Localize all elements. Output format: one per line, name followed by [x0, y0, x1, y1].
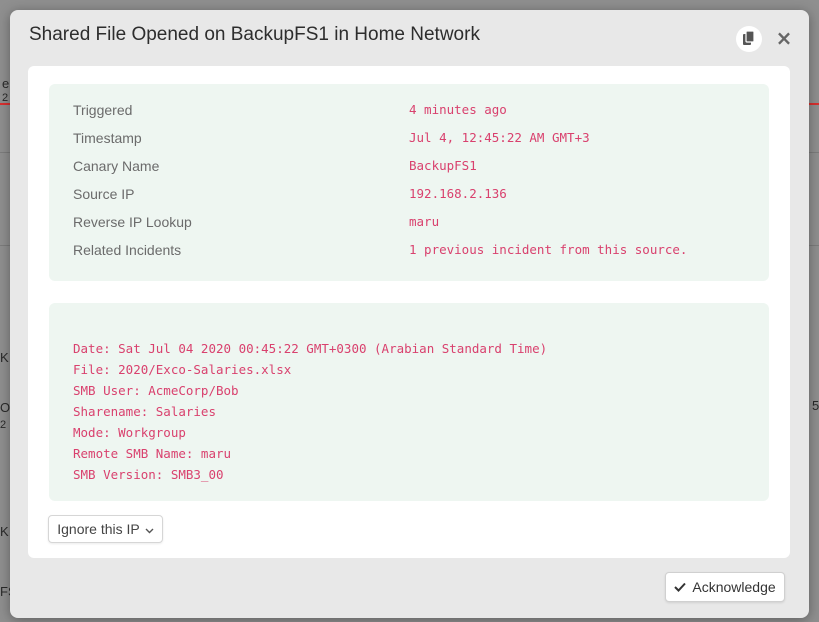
detail-label: Triggered [73, 102, 133, 118]
detail-value: Jul 4, 12:45:22 AM GMT+3 [409, 130, 590, 145]
ignore-ip-label: Ignore this IP [57, 521, 140, 537]
ignore-ip-dropdown[interactable]: Ignore this IP [48, 515, 163, 543]
log-line: SMB User: AcmeCorp/Bob [73, 383, 239, 398]
detail-label: Timestamp [73, 130, 142, 146]
detail-row-timestamp: Timestamp Jul 4, 12:45:22 AM GMT+3 [73, 128, 759, 148]
checkmark-icon [674, 579, 687, 595]
details-panel: Triggered 4 minutes ago Timestamp Jul 4,… [49, 84, 769, 281]
detail-label: Related Incidents [73, 242, 182, 258]
detail-row-triggered: Triggered 4 minutes ago [73, 100, 759, 120]
detail-value: 192.168.2.136 [409, 186, 507, 201]
log-line: Sharename: Salaries [73, 404, 216, 419]
acknowledge-button[interactable]: Acknowledge [665, 572, 785, 602]
modal-title: Shared File Opened on BackupFS1 in Home … [29, 24, 480, 45]
copy-button[interactable] [736, 26, 762, 52]
related-incidents-link[interactable]: 1 previous incident from this source. [409, 240, 687, 260]
close-button[interactable]: × [775, 26, 793, 50]
log-line: Date: Sat Jul 04 2020 00:45:22 GMT+0300 … [73, 341, 548, 356]
background-text-fragment: K [0, 524, 9, 539]
detail-value: BackupFS1 [409, 158, 477, 173]
log-line: Mode: Workgroup [73, 425, 186, 440]
log-panel: Date: Sat Jul 04 2020 00:45:22 GMT+0300 … [49, 303, 769, 501]
copy-icon [743, 29, 755, 48]
close-icon: × [775, 26, 793, 50]
acknowledge-label: Acknowledge [692, 579, 776, 595]
detail-label: Source IP [73, 186, 135, 202]
log-line: Remote SMB Name: maru [73, 446, 232, 461]
background-text-fragment: e [2, 76, 10, 91]
detail-label: Reverse IP Lookup [73, 214, 192, 230]
log-line: File: 2020/Exco-Salaries.xlsx [73, 362, 292, 377]
detail-row-source-ip: Source IP 192.168.2.136 [73, 184, 759, 204]
detail-row-related-incidents: Related Incidents 1 previous incident fr… [73, 240, 759, 260]
detail-value: maru [409, 214, 440, 229]
background-text-fragment: 5 [812, 398, 819, 413]
background-text-fragment: 2 [2, 92, 9, 104]
background-text-fragment: 2 [0, 419, 7, 431]
detail-label: Canary Name [73, 158, 160, 174]
chevron-down-icon [145, 521, 154, 537]
incident-card: Triggered 4 minutes ago Timestamp Jul 4,… [28, 66, 790, 558]
detail-value: 4 minutes ago [409, 102, 507, 117]
detail-row-reverse-ip: Reverse IP Lookup maru [73, 212, 759, 232]
incident-modal: Shared File Opened on BackupFS1 in Home … [10, 10, 809, 618]
log-line: SMB Version: SMB3_00 [73, 467, 224, 482]
background-text-fragment: K [0, 350, 9, 365]
detail-row-canary-name: Canary Name BackupFS1 [73, 156, 759, 176]
